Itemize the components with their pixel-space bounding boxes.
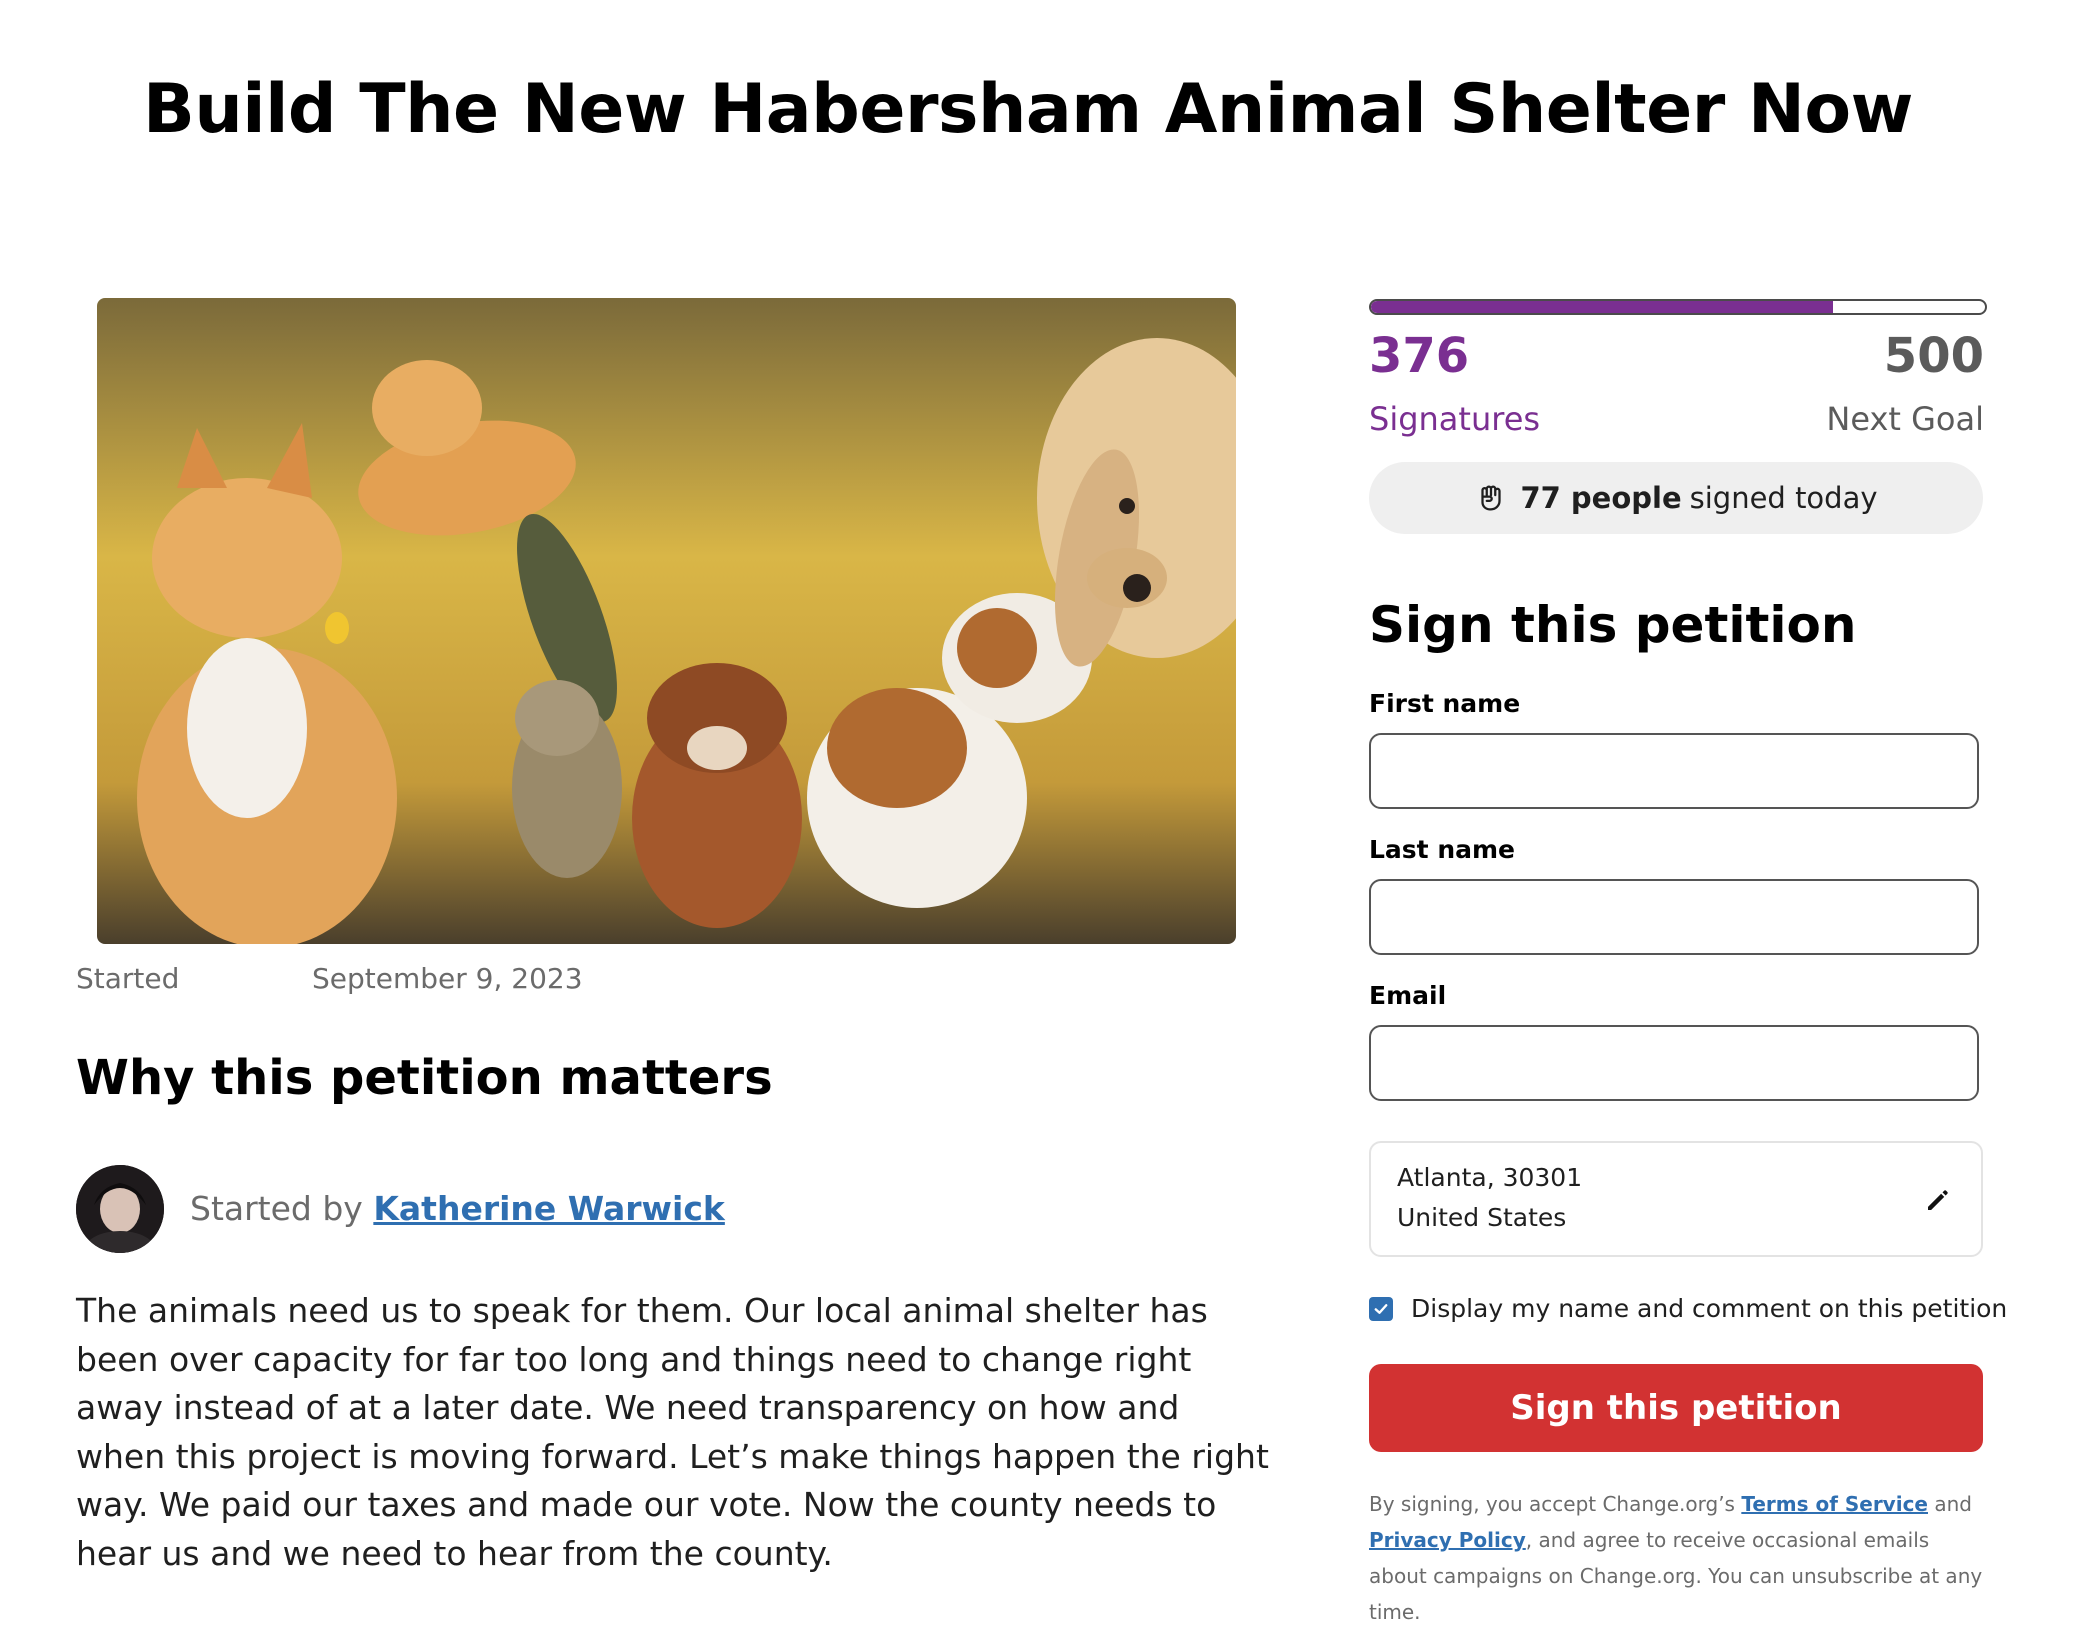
started-by-line: Started by Katherine Warwick	[190, 1189, 725, 1228]
sign-form-heading: Sign this petition	[1369, 596, 1857, 654]
signed-today-pill: 77 people signed today	[1369, 462, 1983, 534]
legal-prefix: By signing, you accept Change.org’s	[1369, 1492, 1735, 1516]
legal-and: and	[1934, 1492, 1972, 1516]
signed-today-text: signed today	[1689, 481, 1878, 515]
first-name-label: First name	[1369, 689, 1521, 718]
started-label: Started	[76, 962, 180, 995]
signed-today-count: 77 people	[1520, 481, 1682, 515]
author-avatar[interactable]	[76, 1165, 164, 1253]
display-name-checkbox-row[interactable]: Display my name and comment on this peti…	[1369, 1294, 2007, 1323]
raised-fist-icon	[1481, 485, 1502, 511]
story-body: The animals need us to speak for them. O…	[76, 1291, 1269, 1573]
hero-image-illustration	[97, 298, 1236, 944]
privacy-policy-link[interactable]: Privacy Policy	[1369, 1528, 1526, 1552]
email-field[interactable]	[1369, 1025, 1979, 1101]
legal-disclaimer: By signing, you accept Change.org’s Term…	[1369, 1486, 1989, 1630]
petition-hero-image	[97, 298, 1236, 944]
author-link[interactable]: Katherine Warwick	[373, 1189, 725, 1228]
next-goal-label: Next Goal	[1826, 400, 1984, 438]
signature-count: 376	[1369, 328, 1470, 384]
started-date: September 9, 2023	[312, 962, 583, 995]
last-name-field[interactable]	[1369, 879, 1979, 955]
signature-progress-bar	[1369, 299, 1987, 315]
avatar-image	[76, 1165, 164, 1253]
first-name-field[interactable]	[1369, 733, 1979, 809]
location-country: United States	[1397, 1203, 1567, 1232]
display-name-checkbox-label: Display my name and comment on this peti…	[1411, 1294, 2008, 1323]
terms-of-service-link[interactable]: Terms of Service	[1741, 1492, 1928, 1516]
signatures-label: Signatures	[1369, 400, 1541, 438]
checkmark-icon	[1374, 1303, 1388, 1314]
email-label: Email	[1369, 981, 1447, 1010]
location-city-zip: Atlanta, 30301	[1397, 1163, 1583, 1192]
sign-petition-button[interactable]: Sign this petition	[1369, 1364, 1983, 1452]
started-by-prefix: Started by	[190, 1189, 363, 1228]
location-box: Atlanta, 30301 United States	[1369, 1141, 1983, 1257]
story-heading: Why this petition matters	[76, 1050, 773, 1106]
page-title: Build The New Habersham Animal Shelter N…	[143, 70, 1913, 149]
goal-count: 500	[1883, 328, 1984, 384]
pencil-icon[interactable]	[1923, 1185, 1953, 1215]
display-name-checkbox[interactable]	[1369, 1296, 1393, 1321]
last-name-label: Last name	[1369, 835, 1516, 864]
signature-progress-fill	[1371, 301, 1833, 313]
